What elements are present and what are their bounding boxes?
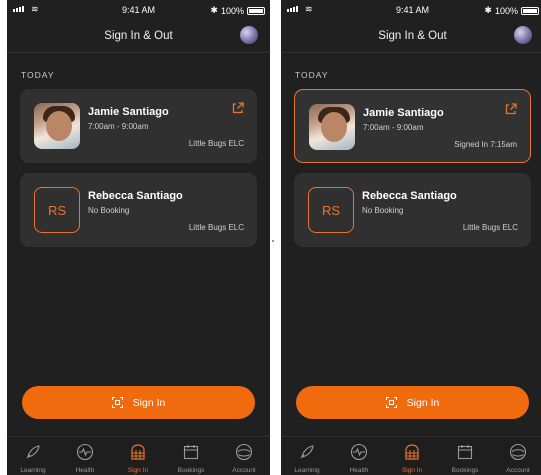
booking-status: No Booking [362, 206, 404, 215]
scan-icon [111, 397, 123, 408]
account-icon [509, 443, 527, 461]
external-link-icon[interactable] [504, 102, 518, 116]
child-name: Jamie Santiago [88, 106, 169, 118]
tab-sign-in[interactable]: Sign In [386, 443, 438, 474]
sign-in-button-label: Sign In [132, 396, 166, 409]
child-name: Rebecca Santiago [88, 190, 183, 202]
child-name: Rebecca Santiago [362, 190, 457, 202]
sign-in-button[interactable]: Sign In [296, 386, 529, 419]
tab-label: Health [349, 467, 369, 474]
battery-percent: 100% [220, 5, 244, 16]
tab-label: Bookings [451, 467, 479, 474]
phone-screen-before: ≋ 9:41 AM ✱ 100% Sign In & Out TODAY Jami… [7, 0, 270, 475]
page-title: Sign In & Out [104, 30, 173, 42]
heart-monitor-icon [350, 443, 368, 461]
centre-name: Little Bugs ELC [462, 223, 518, 232]
centre-name: Little Bugs ELC [188, 139, 244, 148]
profile-avatar[interactable] [240, 26, 258, 44]
child-photo [309, 104, 355, 150]
battery-icon [521, 6, 539, 15]
battery-percent: 100% [494, 5, 518, 16]
signed-in-status: Signed In 7:15am [454, 140, 517, 149]
sign-in-button-label: Sign In [406, 396, 440, 409]
tab-label: Learning [294, 467, 320, 474]
header: Sign In & Out [281, 20, 541, 53]
tab-bookings[interactable]: Bookings [439, 443, 491, 474]
account-icon [235, 443, 253, 461]
booking-time: 7:00am - 9:00am [363, 123, 424, 132]
bluetooth-icon: ✱ [210, 5, 218, 15]
child-photo [34, 103, 80, 149]
child-card-jamie[interactable]: Jamie Santiago 7:00am - 9:00am Signed In… [294, 89, 531, 163]
tab-label: Health [75, 467, 95, 474]
tab-label: Account [232, 467, 256, 474]
scan-icon [385, 397, 397, 408]
header: Sign In & Out [7, 20, 270, 53]
tab-account[interactable]: Account [492, 443, 541, 474]
tab-label: Account [506, 467, 530, 474]
rocket-icon [26, 445, 40, 459]
tab-bookings[interactable]: Bookings [165, 443, 217, 474]
tab-label: Sign In [401, 467, 423, 474]
calendar-icon [183, 445, 199, 460]
booking-status: No Booking [88, 206, 130, 215]
section-label: TODAY [295, 70, 329, 80]
profile-avatar[interactable] [514, 26, 532, 44]
tab-learning[interactable]: Learning [7, 443, 59, 474]
tab-label: Sign In [127, 467, 149, 474]
heart-monitor-icon [76, 443, 94, 461]
child-initials-avatar: RS [308, 187, 354, 233]
section-label: TODAY [21, 70, 55, 80]
battery-icon [247, 6, 265, 15]
status-bar: ≋ 9:41 AM ✱ 100% [7, 0, 270, 20]
tab-label: Learning [20, 467, 46, 474]
status-bar: ≋ 9:41 AM ✱ 100% [281, 0, 541, 20]
child-card-jamie[interactable]: Jamie Santiago 7:00am - 9:00am Little Bu… [20, 89, 257, 163]
sign-in-icon [405, 444, 419, 460]
tab-bar: Learning Health Sign In Bookings Account [7, 436, 270, 475]
tab-health[interactable]: Health [59, 443, 111, 474]
tab-bar: Learning Health Sign In Bookings Account [281, 436, 541, 475]
sign-in-button[interactable]: Sign In [22, 386, 255, 419]
child-card-rebecca[interactable]: RS Rebecca Santiago No Booking Little Bu… [20, 173, 257, 247]
calendar-icon [457, 445, 473, 460]
child-card-rebecca[interactable]: RS Rebecca Santiago No Booking Little Bu… [294, 173, 531, 247]
page-title: Sign In & Out [378, 30, 447, 42]
booking-time: 7:00am - 9:00am [88, 122, 149, 131]
sign-in-icon [131, 444, 145, 460]
tab-sign-in[interactable]: Sign In [112, 443, 164, 474]
child-initials-avatar: RS [34, 187, 80, 233]
tab-account[interactable]: Account [218, 443, 270, 474]
external-link-icon[interactable] [231, 101, 245, 115]
tab-learning[interactable]: Learning [281, 443, 333, 474]
separator-dot [272, 240, 274, 242]
bluetooth-icon: ✱ [484, 5, 492, 15]
tab-health[interactable]: Health [333, 443, 385, 474]
child-name: Jamie Santiago [363, 107, 444, 119]
phone-screen-after: ≋ 9:41 AM ✱ 100% Sign In & Out TODAY Jami… [281, 0, 541, 475]
rocket-icon [300, 445, 314, 459]
tab-label: Bookings [177, 467, 205, 474]
centre-name: Little Bugs ELC [188, 223, 244, 232]
